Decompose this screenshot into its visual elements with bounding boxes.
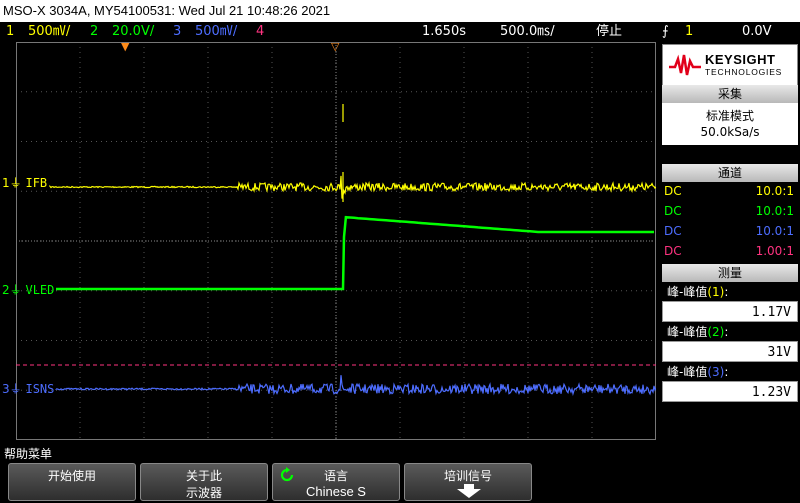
measure-header: 测量 [662, 264, 798, 282]
menu-title: 帮助菜单 [4, 447, 53, 461]
ch2-waveform [56, 215, 654, 291]
ch1-waveform [49, 104, 656, 202]
channel-coupling: DC [664, 204, 682, 218]
time-position[interactable]: 1.650s [422, 22, 466, 42]
measurement-value: 1.23V [662, 381, 798, 402]
softkey-getting-started[interactable]: 开始使用 [8, 463, 136, 501]
ch2-label: VLED [25, 283, 55, 297]
channel-coupling: DC [664, 244, 682, 258]
ch2-number[interactable]: 2 [90, 22, 98, 42]
graticule [16, 42, 656, 440]
ch1-label-num: 1 [2, 176, 10, 190]
arrow-down-icon [457, 484, 481, 498]
softkey-4-label: 培训信号 [443, 469, 492, 483]
softkey-2-label-2: 示波器 [185, 486, 222, 500]
measurement-value: 31V [662, 341, 798, 362]
logo-sub: TECHNOLOGIES [705, 67, 783, 77]
ch2-scale[interactable]: 20.0V/ [112, 22, 154, 42]
sample-rate: 50.0kSa/s [700, 125, 760, 139]
status-bar: 1 500㎷/ 2 20.0V/ 3 500㎷/ 4 1.650s 500.0㎳… [0, 22, 800, 42]
measurement-name: 峰-峰值 [667, 285, 708, 299]
ch3-scale[interactable]: 500㎷/ [195, 22, 237, 42]
ch2-ground-marker[interactable]: 2⏚ VLED [2, 283, 54, 297]
ch3-number[interactable]: 3 [173, 22, 181, 42]
ch3-label-num: 3 [2, 382, 10, 396]
softkey-1-label: 开始使用 [47, 469, 96, 483]
ch1-label: IFB [25, 176, 48, 190]
measurement-colon: : [724, 365, 729, 379]
ch3-waveform [55, 375, 656, 397]
ch3-ground-marker[interactable]: 3⏚ ISNS [2, 382, 54, 396]
window-title: MSO-X 3034A, MY54100531: Wed Jul 21 10:4… [0, 0, 800, 22]
acquire-header: 采集 [662, 85, 798, 103]
channel-probe-ratio: 10.0:1 [755, 204, 794, 218]
ch3-label: ISNS [25, 382, 55, 396]
channels-header: 通道 [662, 164, 798, 182]
measurement-name: 峰-峰值 [667, 325, 708, 339]
measurement-channel: (2) [707, 325, 725, 339]
channel-probe-ratio: 10.0:1 [755, 224, 794, 238]
run-state[interactable]: 停止 [596, 22, 622, 42]
channel-row[interactable]: DC 10.0:1 [662, 222, 798, 241]
acquire-mode: 标准模式 [705, 109, 754, 123]
measurement-name: 峰-峰值 [667, 365, 708, 379]
ch1-ground-marker[interactable]: 1⏚ IFB [2, 176, 47, 190]
softkey-3-label-1: 语言 [323, 469, 348, 483]
measurement-label: 峰-峰值(1): [662, 284, 798, 301]
softkey-3-label-2: Chinese S [306, 484, 366, 499]
trigger-channel[interactable]: 1 [685, 22, 693, 42]
softkey-about-oscilloscope[interactable]: 关于此 示波器 [140, 463, 268, 501]
channel-row[interactable]: DC 10.0:1 [662, 202, 798, 221]
channel-coupling: DC [664, 184, 682, 198]
measurement-channel: (3) [707, 365, 725, 379]
channel-probe-ratio: 1.00:1 [755, 244, 794, 258]
channel-row[interactable]: DC 1.00:1 [662, 242, 798, 261]
trigger-icon: ⨍ [662, 24, 669, 39]
ch1-number[interactable]: 1 [6, 22, 14, 42]
ch2-label-num: 2 [2, 283, 10, 297]
keysight-logo: KEYSIGHT TECHNOLOGIES [662, 44, 798, 86]
logo-brand: KEYSIGHT [705, 52, 776, 67]
ch1-scale[interactable]: 500㎷/ [28, 22, 70, 42]
measurement-channel: (1) [707, 285, 725, 299]
keysight-wave-icon [669, 54, 701, 76]
measurement-label: 峰-峰值(2): [662, 324, 798, 341]
channel-coupling: DC [664, 224, 682, 238]
channel-row[interactable]: DC 10.0:1 [662, 182, 798, 201]
softkey-training-signals[interactable]: 培训信号 [404, 463, 532, 501]
channel-probe-ratio: 10.0:1 [755, 184, 794, 198]
trigger-level[interactable]: 0.0V [742, 22, 772, 42]
measurement-colon: : [724, 325, 729, 339]
time-scale[interactable]: 500.0㎳/ [500, 22, 555, 42]
measurement-colon: : [724, 285, 729, 299]
acquire-body: 标准模式 50.0kSa/s [662, 103, 798, 145]
ch4-number[interactable]: 4 [256, 22, 264, 42]
measurement-label: 峰-峰值(3): [662, 364, 798, 381]
waveform-display[interactable] [16, 42, 656, 440]
measurement-value: 1.17V [662, 301, 798, 322]
softkey-language[interactable]: 语言 Chinese S [272, 463, 400, 501]
softkey-2-label-1: 关于此 [185, 469, 222, 483]
